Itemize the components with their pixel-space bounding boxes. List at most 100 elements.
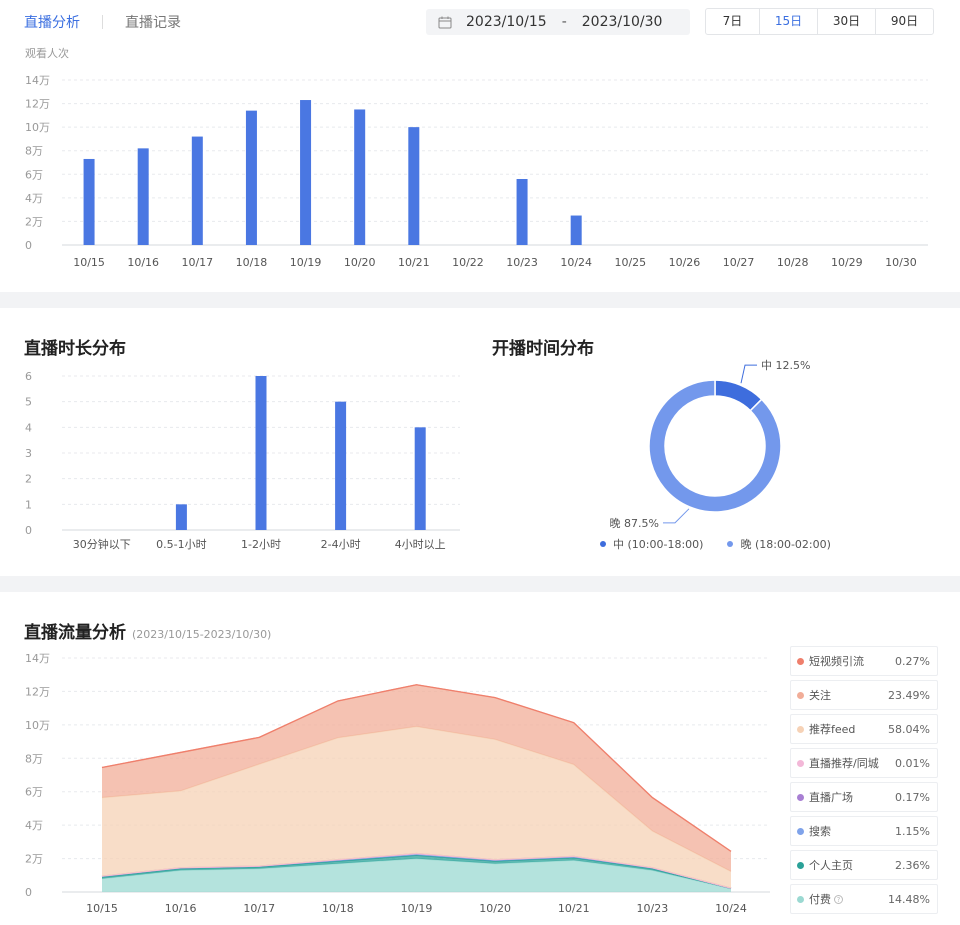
traffic-x-tick-label: 10/20 <box>479 902 511 915</box>
duration-y-tick-label: 3 <box>25 447 32 460</box>
traffic-legend-pct: 23.49% <box>888 688 930 702</box>
traffic-legend-item[interactable]: 付费? 14.48% <box>790 884 938 914</box>
viewers-bar <box>516 179 528 245</box>
legend-dot-icon <box>727 541 734 547</box>
legend-dot-icon <box>797 657 804 665</box>
traffic-y-tick-label: 14万 <box>25 652 50 665</box>
pie-legend-label-evening: 晚 (18:00-02:00) <box>740 538 831 551</box>
traffic-y-tick-label: 6万 <box>25 786 43 799</box>
traffic-card: 直播流量分析 (2023/10/15-2023/10/30) 0 2万 4万 6万 8万 1… <box>0 592 960 925</box>
traffic-legend-pct: 14.48% <box>888 892 930 906</box>
viewers-x-tick-label: 10/15 <box>73 256 105 269</box>
viewers-y-axis-label: 观看人次 <box>25 46 69 60</box>
legend-dot-icon <box>797 725 804 733</box>
pie-legend-label-mid: 中 (10:00-18:00) <box>613 538 704 551</box>
viewers-bar <box>83 158 95 245</box>
pie-legend-item-mid[interactable]: 中 (10:00-18:00) <box>600 536 703 552</box>
viewers-x-tick-label: 10/24 <box>560 256 592 269</box>
traffic-legend-item[interactable]: 直播推荐/同城 0.01% <box>790 748 938 778</box>
traffic-legend-name: 直播广场 <box>809 791 853 804</box>
duration-bar-chart: 0 1 2 3 4 5 6 30分钟以下 0.5-1小时 1-2小时 2-4小时 4小时以上 <box>25 370 460 551</box>
viewers-y-tick-label: 6万 <box>25 168 43 181</box>
traffic-x-tick-label: 10/18 <box>322 902 354 915</box>
pie-legend-item-evening[interactable]: 晚 (18:00-02:00) <box>727 536 831 552</box>
viewers-bar-chart: 0 2万 4万 6万 8万 10万 12万 14万 观看人次 10/15 10/16 10/17 10/… <box>25 46 928 269</box>
duration-x-tick-label: 30分钟以下 <box>73 537 131 551</box>
duration-bar <box>255 376 267 530</box>
legend-dot-icon <box>797 759 804 767</box>
legend-dot-icon <box>797 861 804 869</box>
viewers-x-tick-label: 10/18 <box>236 256 268 269</box>
traffic-y-tick-label: 12万 <box>25 685 50 698</box>
viewers-y-tick-label: 12万 <box>25 98 50 111</box>
duration-y-tick-label: 5 <box>25 396 32 409</box>
duration-y-tick-label: 1 <box>25 498 32 511</box>
duration-y-tick-label: 4 <box>25 421 32 434</box>
viewers-x-tick-label: 10/30 <box>885 256 917 269</box>
duration-bar <box>175 504 187 530</box>
viewers-x-tick-label: 10/23 <box>506 256 538 269</box>
distribution-card: 直播时长分布 0 1 2 3 4 5 6 30分钟以下 0.5-1小时 1-2小时 2-4小时 4小时… <box>0 308 960 576</box>
legend-dot-icon <box>797 691 804 699</box>
viewers-x-tick-label: 10/29 <box>831 256 863 269</box>
pie-label-evening: 晚 87.5% <box>610 517 659 530</box>
viewers-bar <box>245 110 257 246</box>
traffic-legend-pct: 2.36% <box>895 858 930 872</box>
viewers-x-tick-label: 10/19 <box>290 256 322 269</box>
help-icon[interactable]: ? <box>834 895 843 904</box>
viewers-x-tick-label: 10/17 <box>181 256 213 269</box>
traffic-legend: 短视频引流 0.27% 关注 23.49% 推荐feed 58.04% 直播推荐/同城 0.0… <box>790 646 938 918</box>
traffic-legend-item[interactable]: 个人主页 2.36% <box>790 850 938 880</box>
viewers-bar <box>191 136 203 245</box>
traffic-legend-pct: 0.01% <box>895 756 930 770</box>
traffic-legend-name: 搜索 <box>809 825 831 838</box>
traffic-legend-item[interactable]: 短视频引流 0.27% <box>790 646 938 676</box>
viewers-bar <box>137 148 149 245</box>
traffic-y-tick-label: 10万 <box>25 719 50 732</box>
viewers-y-tick-label: 4万 <box>25 192 43 205</box>
viewers-x-tick-label: 10/22 <box>452 256 484 269</box>
viewers-x-tick-label: 10/25 <box>614 256 646 269</box>
duration-x-tick-label: 2-4小时 <box>321 538 361 551</box>
traffic-legend-name: 个人主页 <box>809 859 853 872</box>
traffic-x-tick-label: 10/17 <box>243 902 275 915</box>
legend-dot-icon <box>797 895 804 903</box>
viewers-y-tick-label: 14万 <box>25 74 50 87</box>
duration-bar <box>414 427 426 530</box>
traffic-legend-pct: 1.15% <box>895 824 930 838</box>
viewers-x-tick-label: 10/16 <box>127 256 159 269</box>
traffic-x-tick-label: 10/19 <box>401 902 433 915</box>
traffic-legend-pct: 58.04% <box>888 722 930 736</box>
traffic-x-tick-label: 10/23 <box>637 902 669 915</box>
traffic-y-tick-label: 0 <box>25 886 32 899</box>
start-time-pie-chart: 中 12.5% 晚 87.5% <box>610 359 811 530</box>
legend-dot-icon <box>600 541 606 547</box>
traffic-legend-name: 直播推荐/同城 <box>809 757 879 770</box>
traffic-legend-item[interactable]: 搜索 1.15% <box>790 816 938 846</box>
traffic-area-chart: 0 2万 4万 6万 8万 10万 12万 14万 10/15 10/16 10/17 10/18 10… <box>25 652 770 915</box>
traffic-x-tick-label: 10/16 <box>165 902 197 915</box>
duration-bar <box>335 401 347 530</box>
traffic-x-tick-label: 10/15 <box>86 902 118 915</box>
viewers-card: 直播分析 直播记录 2023/10/15 - 2023/10/30 7日 15日… <box>0 0 960 292</box>
traffic-legend-item[interactable]: 推荐feed 58.04% <box>790 714 938 744</box>
duration-x-tick-label: 4小时以上 <box>395 538 446 551</box>
traffic-y-tick-label: 2万 <box>25 853 43 866</box>
duration-y-tick-label: 0 <box>25 524 32 537</box>
traffic-legend-item[interactable]: 直播广场 0.17% <box>790 782 938 812</box>
traffic-legend-pct: 0.27% <box>895 654 930 668</box>
traffic-legend-name: 关注 <box>809 689 831 702</box>
traffic-x-tick-label: 10/24 <box>715 902 747 915</box>
traffic-y-tick-label: 8万 <box>25 752 43 765</box>
viewers-bar <box>300 100 312 246</box>
viewers-x-tick-label: 10/26 <box>669 256 701 269</box>
duration-x-tick-label: 0.5-1小时 <box>156 538 206 551</box>
traffic-legend-name: 付费? <box>809 891 888 907</box>
viewers-y-tick-label: 10万 <box>25 121 50 134</box>
pie-slice-evening <box>648 379 782 513</box>
viewers-bar <box>570 215 582 245</box>
pie-label-mid: 中 12.5% <box>761 359 810 372</box>
viewers-y-tick-label: 0 <box>25 239 32 252</box>
legend-dot-icon <box>797 793 804 801</box>
traffic-legend-item[interactable]: 关注 23.49% <box>790 680 938 710</box>
